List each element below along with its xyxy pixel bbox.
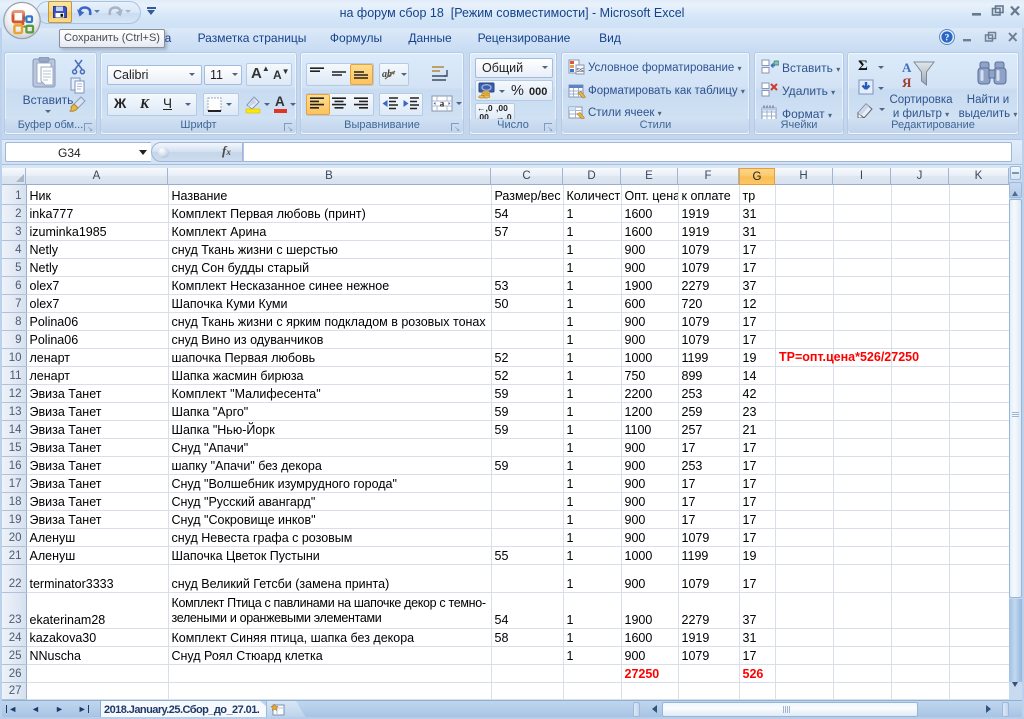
svg-text:a: a (440, 99, 445, 109)
svg-text:?: ? (945, 33, 950, 43)
svg-text:А: А (902, 60, 912, 75)
svg-text:Я: Я (902, 75, 912, 89)
svg-text:s≤: s≤ (576, 67, 584, 74)
